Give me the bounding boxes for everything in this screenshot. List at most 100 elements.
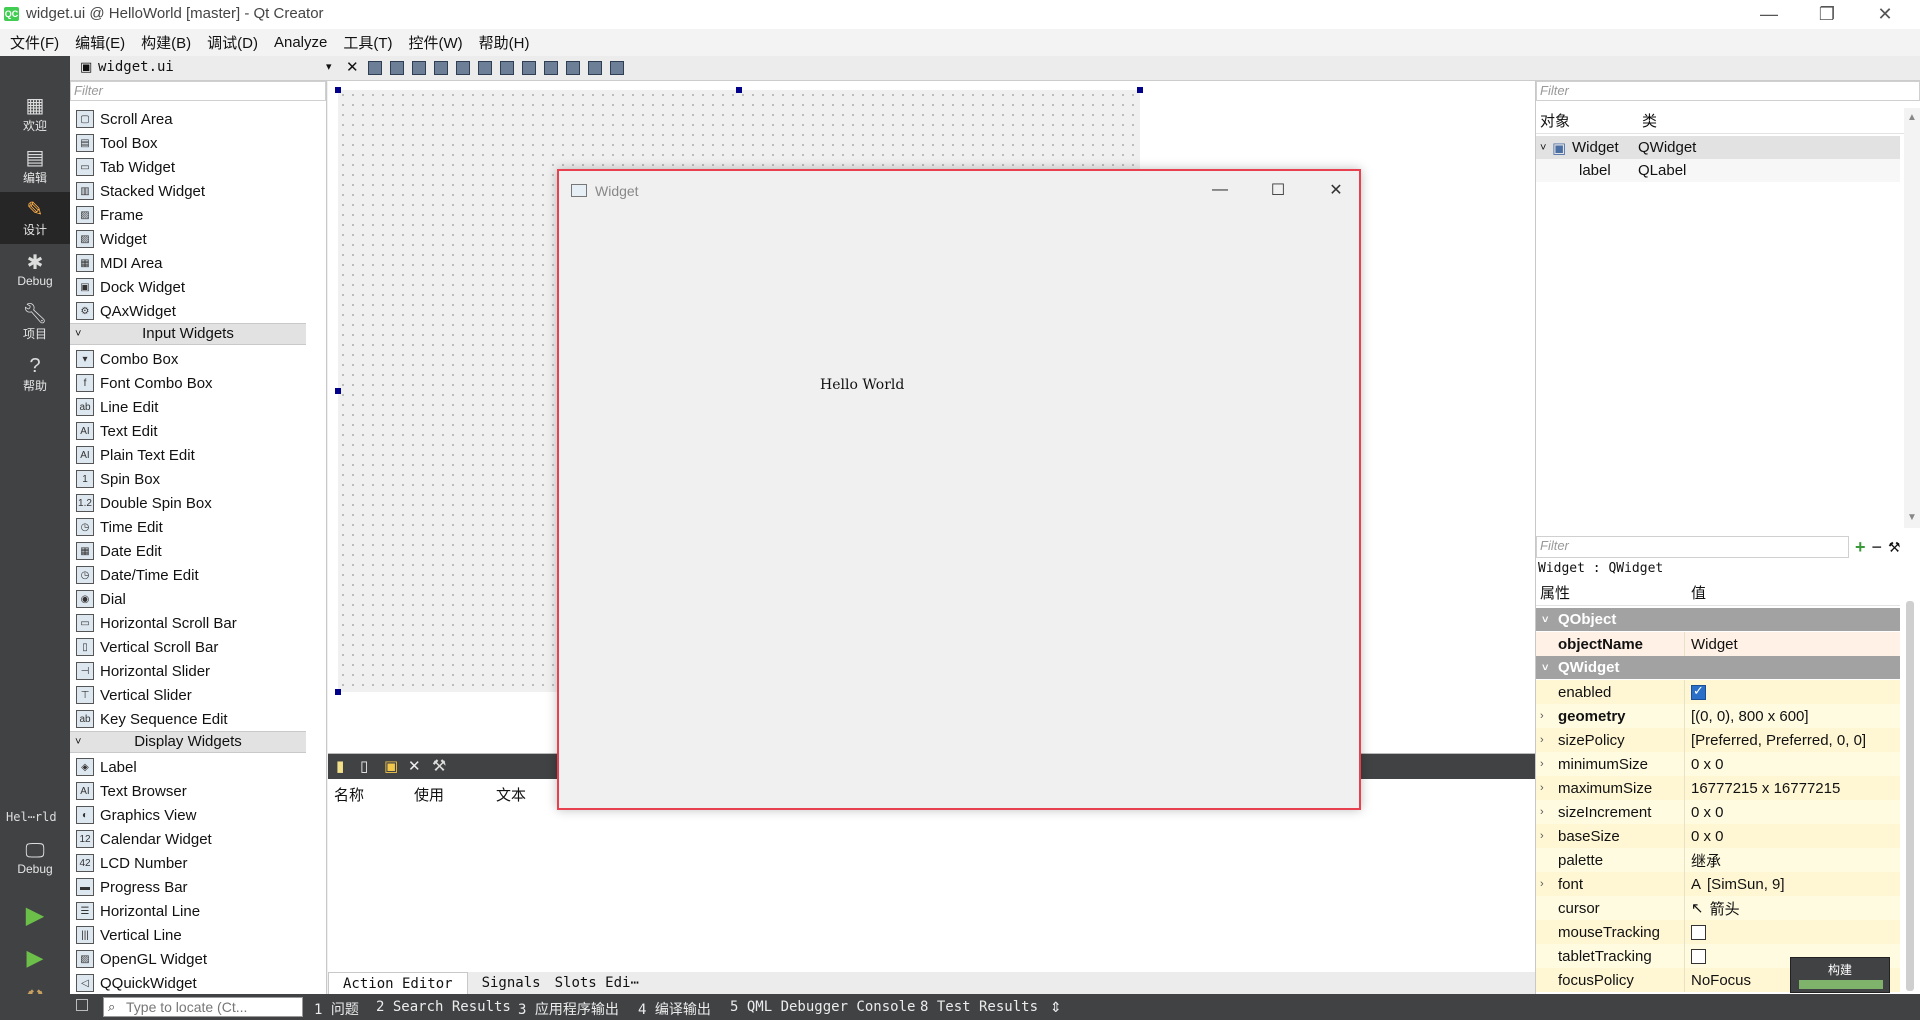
column-header[interactable]: 类 (1638, 110, 1657, 131)
column-header[interactable]: 值 (1685, 582, 1706, 603)
property-value-cell[interactable]: A [SimSun, 9] (1685, 872, 1900, 896)
mode-projects[interactable]: 🔧︎ 项目 (0, 296, 70, 348)
debug-run-button[interactable]: ▶ (0, 938, 70, 978)
mode-help[interactable]: ? 帮助 (0, 348, 70, 400)
menu-tools[interactable]: 工具(T) (335, 32, 400, 53)
pane-qml-debugger-console[interactable]: 5 QML Debugger Console (730, 999, 915, 1015)
preview-maximize-button[interactable]: ☐ (1249, 177, 1307, 203)
widget-item-scroll-area[interactable]: ▢ Scroll Area (70, 107, 306, 131)
menu-analyze[interactable]: Analyze (266, 34, 335, 51)
minimize-button[interactable]: — (1740, 0, 1798, 29)
chevron-down-icon[interactable]: ˅ (1536, 142, 1552, 154)
resize-handle[interactable] (736, 87, 742, 93)
property-value-cell[interactable]: 0 x 0 (1685, 824, 1900, 848)
widget-item-graphics-view[interactable]: ◐ Graphics View (70, 803, 306, 827)
widget-item-widget[interactable]: ▨ Widget (70, 227, 306, 251)
chevron-right-icon[interactable]: › (1540, 830, 1544, 842)
widget-item-horizontal-slider[interactable]: ⊣ Horizontal Slider (70, 659, 306, 683)
toggle-sidebar-icon[interactable] (76, 999, 88, 1011)
property-filter-input[interactable]: Filter (1536, 536, 1849, 558)
property-row-minimumsize[interactable]: › minimumSize 0 x 0 (1536, 752, 1900, 776)
widget-item-date-time-edit[interactable]: ◷ Date/Time Edit (70, 563, 306, 587)
property-value-cell[interactable] (1685, 680, 1900, 704)
mode-welcome[interactable]: ▦ 欢迎 (0, 88, 70, 140)
widget-item-mdi-area[interactable]: ▦ MDI Area (70, 251, 306, 275)
menu-build[interactable]: 构建(B) (133, 32, 199, 53)
pane-compile-output[interactable]: 4 编译输出 (638, 999, 711, 1019)
widget-item-text-browser[interactable]: AI Text Browser (70, 779, 306, 803)
chevron-down-icon[interactable]: ▾ (326, 60, 332, 73)
widget-item-horizontal-scroll-bar[interactable]: ▭ Horizontal Scroll Bar (70, 611, 306, 635)
mode-design[interactable]: ✎ 设计 (0, 192, 70, 244)
column-header[interactable]: 使用 (410, 784, 492, 805)
maximize-button[interactable]: ❐ (1798, 0, 1856, 29)
widget-item-lcd-number[interactable]: 42 LCD Number (70, 851, 306, 875)
chevron-right-icon[interactable]: › (1540, 806, 1544, 818)
menu-edit[interactable]: 编辑(E) (67, 32, 133, 53)
pane-issues[interactable]: 1 问题 (314, 999, 359, 1019)
resize-handle[interactable] (335, 87, 341, 93)
layout-form-icon[interactable] (544, 61, 558, 75)
widget-item-date-edit[interactable]: ▦ Date Edit (70, 539, 306, 563)
enabled-checkbox[interactable] (1691, 683, 1706, 700)
edit-tab-order-icon[interactable] (434, 61, 448, 75)
property-section-qobject[interactable]: ˅ QObject (1536, 608, 1900, 631)
widget-item-combo-box[interactable]: ▾ Combo Box (70, 347, 306, 371)
tree-row-label[interactable]: label QLabel (1536, 159, 1900, 182)
widget-item-label[interactable]: ◈ Label (70, 755, 306, 779)
resize-handle[interactable] (335, 388, 341, 394)
menu-file[interactable]: 文件(F) (2, 32, 67, 53)
mousetracking-checkbox[interactable] (1691, 924, 1706, 940)
pane-application-output[interactable]: 3 应用程序输出 (518, 999, 619, 1019)
resize-handle[interactable] (1137, 87, 1143, 93)
widget-item-tool-box[interactable]: ▤ Tool Box (70, 131, 306, 155)
edit-signals-icon[interactable] (390, 61, 404, 75)
tree-row-widget[interactable]: ˅ ▣ Widget QWidget (1536, 136, 1900, 159)
pane-test-results[interactable]: 8 Test Results (920, 999, 1038, 1015)
widget-preview-window[interactable]: Widget — ☐ ✕ Hello World (557, 169, 1361, 810)
adjust-size-icon[interactable] (610, 61, 624, 75)
property-value-cell[interactable]: 0 x 0 (1685, 800, 1900, 824)
edit-widgets-icon[interactable] (368, 61, 382, 75)
menu-widgets[interactable]: 控件(W) (401, 32, 471, 53)
preview-minimize-button[interactable]: — (1191, 177, 1249, 203)
property-value-cell[interactable]: [(0, 0), 800 x 600] (1685, 704, 1900, 728)
widget-item-plain-text-edit[interactable]: AI Plain Text Edit (70, 443, 306, 467)
pane-search-results[interactable]: 2 Search Results (376, 999, 511, 1015)
layout-grid-icon[interactable] (566, 61, 580, 75)
mode-edit[interactable]: ▤ 编辑 (0, 140, 70, 192)
property-row-sizepolicy[interactable]: › sizePolicy [Preferred, Preferred, 0, 0] (1536, 728, 1900, 752)
widget-item-line-edit[interactable]: ab Line Edit (70, 395, 306, 419)
remove-property-icon[interactable]: − (1872, 537, 1883, 558)
tab-action-editor[interactable]: Action Editor (328, 972, 468, 995)
open-file-name[interactable]: widget.ui (98, 59, 174, 75)
property-row-cursor[interactable]: cursor ↖ 箭头 (1536, 896, 1900, 920)
property-row-palette[interactable]: palette 继承 (1536, 848, 1900, 872)
layout-vertical-icon[interactable] (478, 61, 492, 75)
tablettracking-checkbox[interactable] (1691, 948, 1706, 964)
property-value-cell[interactable]: 继承 (1685, 848, 1900, 872)
property-row-sizeincrement[interactable]: › sizeIncrement 0 x 0 (1536, 800, 1900, 824)
locator-input[interactable]: ⌕ Type to locate (Ct... (103, 997, 303, 1017)
paste-action-icon[interactable]: ▣ (384, 757, 398, 775)
menu-debug[interactable]: 调试(D) (199, 32, 266, 53)
widget-item-frame[interactable]: ▨ Frame (70, 203, 306, 227)
widget-item-opengl-widget[interactable]: ▨ OpenGL Widget (70, 947, 306, 971)
widget-item-dock-widget[interactable]: ▣ Dock Widget (70, 275, 306, 299)
column-header[interactable]: 属性 (1536, 582, 1685, 603)
chevron-right-icon[interactable]: › (1540, 710, 1544, 722)
property-row-font[interactable]: › font A [SimSun, 9] (1536, 872, 1900, 896)
widget-item-dial[interactable]: ◉ Dial (70, 587, 306, 611)
property-scrollbar[interactable] (1906, 601, 1914, 991)
preview-close-button[interactable]: ✕ (1307, 177, 1365, 203)
category-input-widgets[interactable]: ˅ Input Widgets (70, 323, 306, 345)
layout-horizontal-icon[interactable] (456, 61, 470, 75)
widget-item-font-combo-box[interactable]: f Font Combo Box (70, 371, 306, 395)
widget-item-double-spin-box[interactable]: 1.2 Double Spin Box (70, 491, 306, 515)
mode-debug[interactable]: ✱ Debug (0, 244, 70, 296)
close-button[interactable]: ✕ (1856, 0, 1914, 29)
copy-action-icon[interactable]: ▯ (360, 757, 368, 775)
category-display-widgets[interactable]: ˅ Display Widgets (70, 731, 306, 753)
preview-title-bar[interactable]: Widget — ☐ ✕ (559, 171, 1359, 209)
property-row-geometry[interactable]: › geometry [(0, 0), 800 x 600] (1536, 704, 1900, 728)
